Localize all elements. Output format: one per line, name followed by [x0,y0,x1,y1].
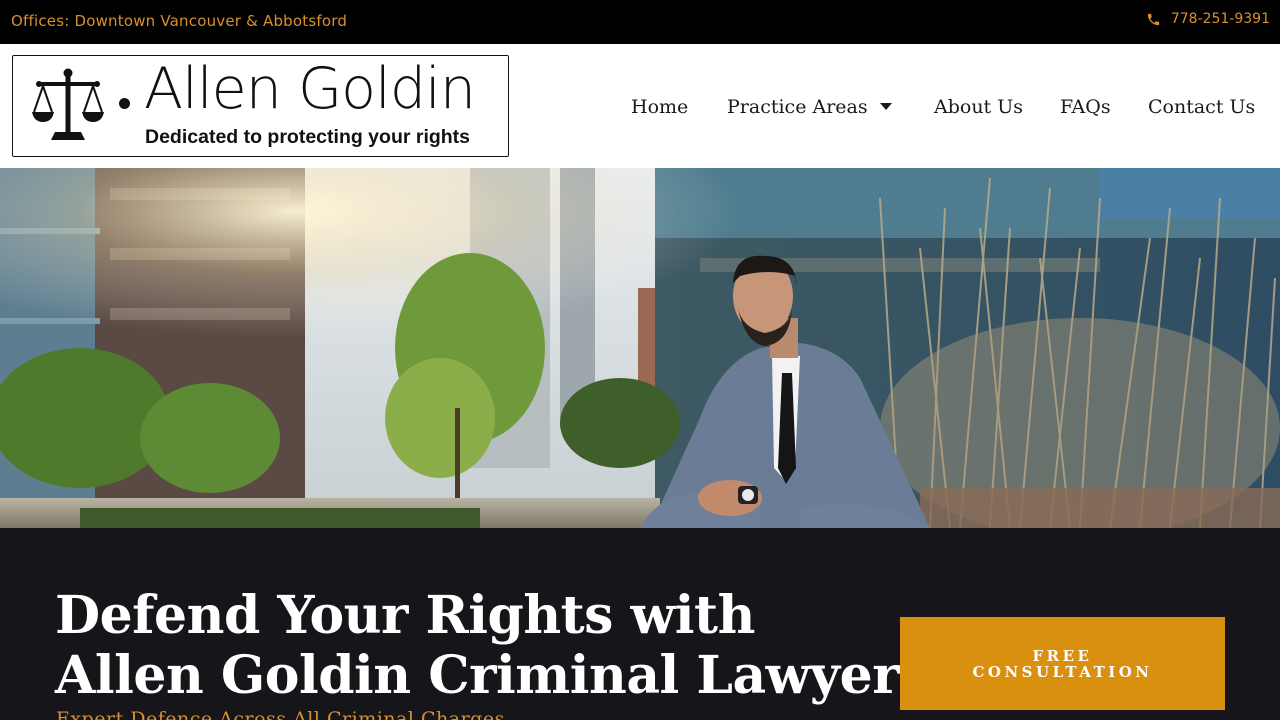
nav-about-us-label: About Us [934,96,1023,118]
phone-icon [1146,12,1161,27]
hero-cta-section: Defend Your Rights with Allen Goldin Cri… [0,528,1280,720]
site-header: Allen Goldin Dedicated to protecting you… [0,44,1280,168]
main-nav: Home Practice Areas About Us FAQs Contac… [0,96,1280,126]
hero-headline: Defend Your Rights with Allen Goldin Cri… [55,585,900,706]
offices-text: Offices: Downtown Vancouver & Abbotsford [11,12,348,30]
top-bar: Offices: Downtown Vancouver & Abbotsford… [0,0,1280,44]
nav-practice-areas[interactable]: Practice Areas [727,96,892,118]
nav-about-us[interactable]: About Us [934,96,1023,118]
hero-headline-line2: Allen Goldin Criminal Lawyer [55,645,900,706]
nav-faqs-label: FAQs [1060,96,1111,118]
nav-home-label: Home [631,96,689,118]
nav-contact-us[interactable]: Contact Us [1148,96,1255,118]
phone-number: 778-251-9391 [1170,11,1270,27]
hero-photo [0,168,1280,528]
nav-practice-areas-label: Practice Areas [727,96,868,118]
nav-home[interactable]: Home [631,96,688,118]
nav-faqs[interactable]: FAQs [1060,96,1111,118]
logo-tagline: Dedicated to protecting your rights [145,126,471,148]
caret-down-icon [879,102,892,110]
phone-link[interactable]: 778-251-9391 [1146,11,1270,27]
cta-line1: FREE [1032,646,1093,665]
nav-contact-us-label: Contact Us [1148,96,1256,118]
hero-subline: Expert Defence Across All Criminal Charg… [56,708,505,720]
hero-headline-line1: Defend Your Rights with [55,585,755,646]
free-consultation-button[interactable]: FREE CONSULTATION [900,617,1225,710]
cta-line2: CONSULTATION [972,662,1153,681]
